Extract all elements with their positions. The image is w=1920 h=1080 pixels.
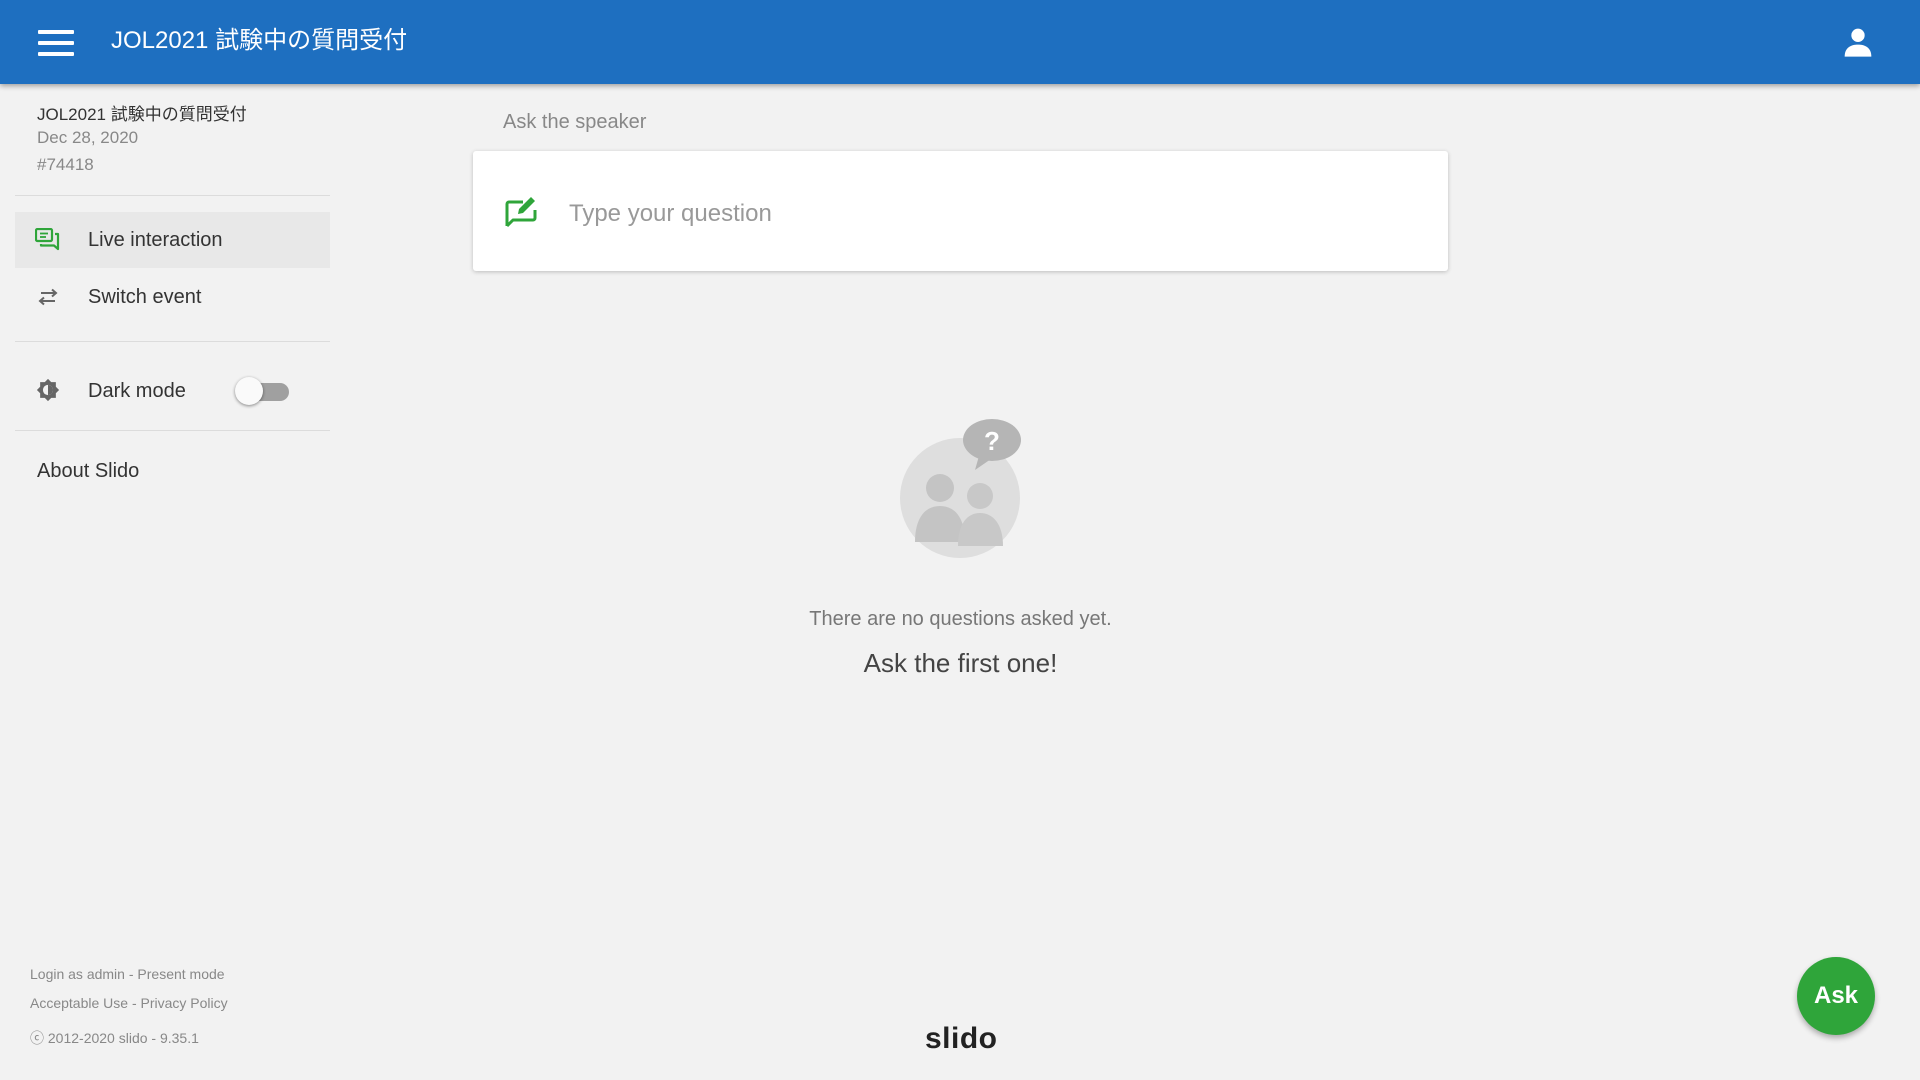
nav-label: Switch event <box>88 286 202 308</box>
svg-text:?: ? <box>984 426 1000 456</box>
nav-live-interaction[interactable]: Live interaction <box>15 212 330 268</box>
chat-bubbles-icon <box>35 228 60 251</box>
ask-button[interactable]: Ask <box>1797 957 1875 1035</box>
slido-logo: slido <box>925 1022 998 1055</box>
footer-legal-links: Acceptable Use - Privacy Policy <box>30 995 228 1011</box>
people-question-bubble-icon: ? <box>900 419 1021 558</box>
acceptable-use-link[interactable]: Acceptable Use <box>30 995 128 1011</box>
about-slido-link[interactable]: About Slido <box>37 460 139 483</box>
person-icon[interactable] <box>1842 26 1874 58</box>
sidebar: JOL2021 試験中の質問受付 Dec 28, 2020 #74418 Liv… <box>15 84 330 1080</box>
event-date: Dec 28, 2020 <box>37 128 139 147</box>
brightness-icon <box>36 378 60 402</box>
swap-arrows-icon <box>38 288 58 306</box>
nav-label: Live interaction <box>88 229 223 251</box>
divider <box>15 430 330 431</box>
section-label: Ask the speaker <box>503 111 647 133</box>
hamburger-menu-icon[interactable] <box>38 30 74 56</box>
dark-mode-label: Dark mode <box>88 380 186 402</box>
present-mode-link[interactable]: Present mode <box>137 966 224 982</box>
dark-mode-row: Dark mode <box>15 356 330 426</box>
compose-question-icon <box>505 197 537 228</box>
empty-state-text: There are no questions asked yet. <box>809 608 1112 630</box>
question-input-card[interactable]: Type your question <box>473 151 1448 271</box>
copyright: ⓒ 2012-2020 slido - 9.35.1 <box>30 1030 199 1046</box>
divider <box>15 341 330 342</box>
top-app-bar: JOL2021 試験中の質問受付 <box>0 0 1920 84</box>
login-as-admin-link[interactable]: Login as admin <box>30 966 125 982</box>
nav-switch-event[interactable]: Switch event <box>15 269 330 325</box>
event-title: JOL2021 試験中の質問受付 <box>37 105 247 124</box>
toggle-thumb <box>235 377 263 405</box>
privacy-policy-link[interactable]: Privacy Policy <box>141 995 228 1011</box>
divider <box>15 195 330 196</box>
separator: - <box>131 995 141 1011</box>
footer-admin-links: Login as admin - Present mode <box>30 966 225 982</box>
question-input-placeholder: Type your question <box>569 200 772 227</box>
dark-mode-toggle[interactable] <box>235 376 291 406</box>
empty-state-cta: Ask the first one! <box>863 648 1058 678</box>
event-code: #74418 <box>37 155 94 174</box>
app-title: JOL2021 試験中の質問受付 <box>111 27 408 54</box>
